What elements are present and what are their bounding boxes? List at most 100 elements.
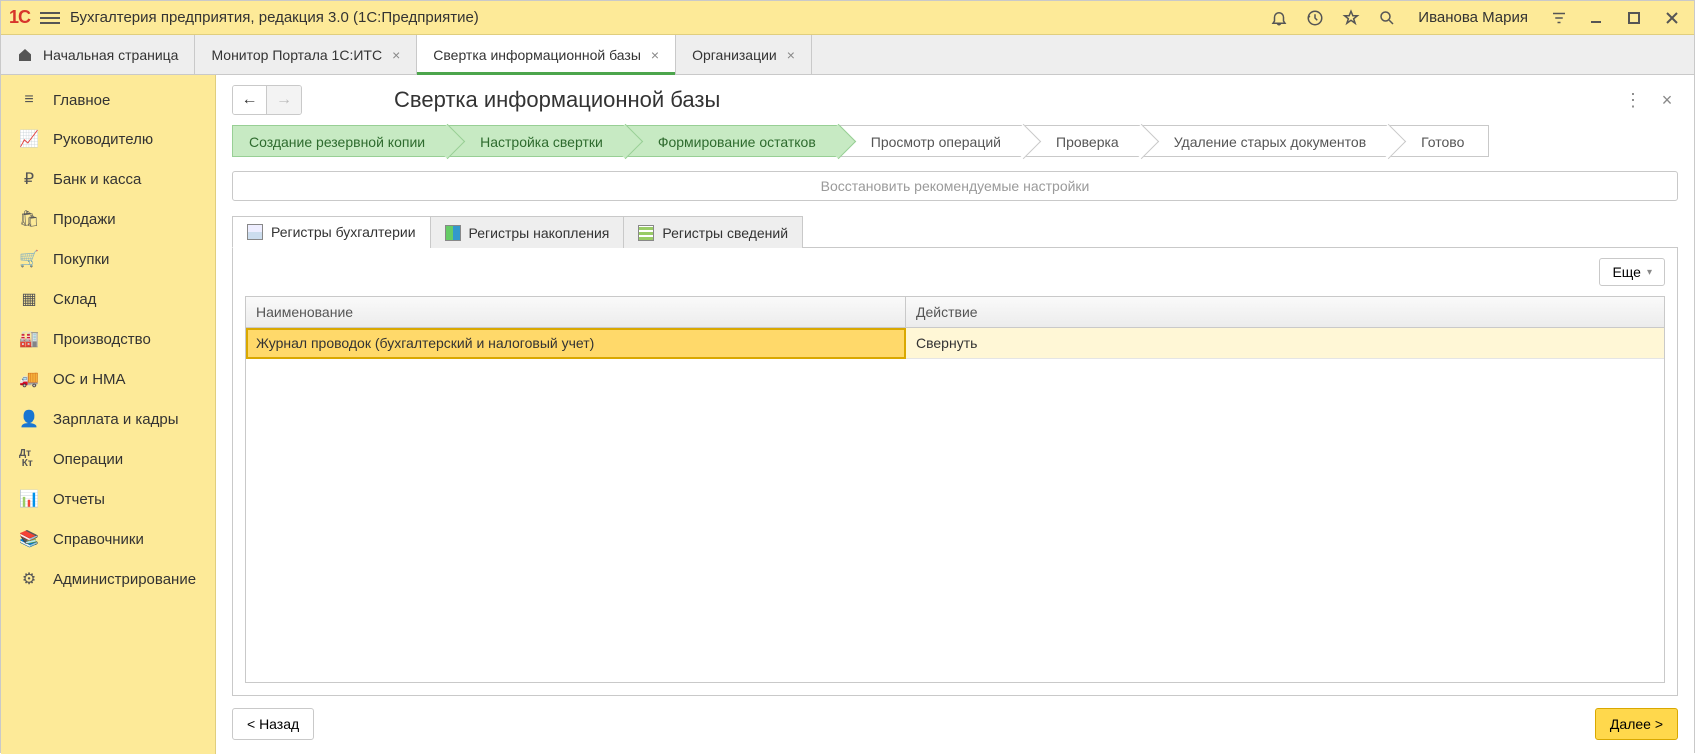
sidebar-item-sales[interactable]: 🛍Продажи (1, 199, 215, 239)
maximize-button[interactable] (1620, 5, 1648, 31)
sidebar-item-label: Руководителю (53, 131, 153, 148)
next-button[interactable]: Далее > (1595, 708, 1678, 740)
person-icon: 👤 (19, 409, 39, 429)
sidebar-item-label: Администрирование (53, 571, 196, 588)
wizard-step-setup[interactable]: Настройка свертки (449, 125, 628, 157)
close-content-icon[interactable]: × (1656, 89, 1678, 111)
register-icon (638, 225, 654, 241)
sub-tabs: Регистры бухгалтерии Регистры накопления… (232, 215, 1678, 248)
sidebar-item-label: Покупки (53, 251, 109, 268)
sidebar-item-admin[interactable]: ⚙ Администрирование (1, 559, 215, 599)
content-area: ← → Свертка информационной базы ⋮ × Созд… (216, 75, 1694, 754)
wizard-step-check[interactable]: Проверка (1025, 125, 1144, 157)
cell-name[interactable]: Журнал проводок (бухгалтерский и налогов… (246, 328, 906, 359)
history-icon[interactable] (1302, 5, 1328, 31)
subtab-info-registers[interactable]: Регистры сведений (623, 216, 803, 248)
dtkt-icon: Дт Кт (19, 449, 39, 469)
tab-monitor-its[interactable]: Монитор Портала 1С:ИТС × (195, 35, 417, 74)
truck-icon: 🚚 (19, 369, 39, 389)
sidebar-item-label: Производство (53, 331, 151, 348)
wizard-step-backup[interactable]: Создание резервной копии (232, 125, 450, 157)
register-icon (445, 225, 461, 241)
nav-buttons: ← → (232, 85, 302, 115)
sidebar-item-label: Продажи (53, 211, 116, 228)
sidebar-item-label: Справочники (53, 531, 144, 548)
gear-icon: ⚙ (19, 569, 39, 589)
home-icon (17, 47, 33, 63)
content-header: ← → Свертка информационной базы ⋮ × (232, 85, 1678, 115)
ruble-icon: ₽ (19, 169, 39, 189)
kebab-menu-icon[interactable]: ⋮ (1622, 89, 1644, 111)
boxes-icon: ▦ (19, 289, 39, 309)
nav-forward-button: → (267, 86, 301, 114)
sidebar-item-label: Зарплата и кадры (53, 411, 179, 428)
wizard-step-delete[interactable]: Удаление старых документов (1143, 125, 1391, 157)
registers-grid[interactable]: Наименование Действие Журнал проводок (б… (245, 296, 1665, 683)
cell-action[interactable]: Свернуть (906, 328, 1664, 359)
sidebar-item-operations[interactable]: Дт Кт Операции (1, 439, 215, 479)
back-button[interactable]: < Назад (232, 708, 314, 740)
subtab-label: Регистры сведений (662, 225, 788, 241)
sidebar-item-bank[interactable]: ₽Банк и касса (1, 159, 215, 199)
book-icon: 📚 (19, 529, 39, 549)
page-title: Свертка информационной базы (394, 87, 720, 113)
more-button[interactable]: Еще ▾ (1599, 258, 1665, 286)
sidebar: ≡Главное 📈 Руководителю ₽Банк и касса 🛍Пр… (1, 75, 216, 754)
user-name[interactable]: Иванова Мария (1410, 9, 1536, 26)
sidebar-item-label: Отчеты (53, 491, 105, 508)
restore-defaults-button: Восстановить рекомендуемые настройки (232, 171, 1678, 201)
nav-back-button[interactable]: ← (233, 86, 267, 114)
sidebar-item-label: Склад (53, 291, 96, 308)
sidebar-item-refs[interactable]: 📚 Справочники (1, 519, 215, 559)
favorite-icon[interactable] (1338, 5, 1364, 31)
settings-lines-icon[interactable] (1546, 5, 1572, 31)
subtab-accounting-registers[interactable]: Регистры бухгалтерии (232, 216, 431, 248)
minimize-button[interactable] (1582, 5, 1610, 31)
tab-bar: Начальная страница Монитор Портала 1С:ИТ… (1, 35, 1694, 75)
close-window-button[interactable] (1658, 5, 1686, 31)
list-icon: ≡ (19, 91, 39, 109)
sidebar-item-main[interactable]: ≡Главное (1, 81, 215, 119)
subtab-accumulation-registers[interactable]: Регистры накопления (430, 216, 625, 248)
tab-home-label: Начальная страница (43, 47, 178, 63)
tab-close-icon[interactable]: × (787, 47, 795, 63)
sidebar-item-production[interactable]: 🏭 Производство (1, 319, 215, 359)
search-icon[interactable] (1374, 5, 1400, 31)
sidebar-item-reports[interactable]: 📊 Отчеты (1, 479, 215, 519)
sidebar-item-label: Операции (53, 451, 123, 468)
tab-organizations[interactable]: Организации × (676, 35, 812, 74)
column-header-action[interactable]: Действие (906, 297, 1664, 327)
tab-close-icon[interactable]: × (651, 47, 659, 63)
column-header-name[interactable]: Наименование (246, 297, 906, 327)
grid-header: Наименование Действие (246, 297, 1664, 328)
app-title: Бухгалтерия предприятия, редакция 3.0 (1… (70, 9, 479, 26)
more-button-label: Еще (1612, 264, 1641, 280)
tab-label: Свертка информационной базы (433, 47, 641, 63)
app-logo: 1C (9, 7, 30, 28)
table-row[interactable]: Журнал проводок (бухгалтерский и налогов… (246, 328, 1664, 359)
register-icon (247, 224, 263, 240)
chart-icon: 📈 (19, 129, 39, 149)
sidebar-item-label: ОС и НМА (53, 371, 126, 388)
cart-icon: 🛒 (19, 249, 39, 269)
factory-icon: 🏭 (19, 329, 39, 349)
tab-close-icon[interactable]: × (392, 47, 400, 63)
bars-icon: 📊 (19, 489, 39, 509)
tab-home[interactable]: Начальная страница (1, 35, 195, 74)
titlebar: 1C Бухгалтерия предприятия, редакция 3.0… (1, 1, 1694, 35)
sidebar-item-purchases[interactable]: 🛒 Покупки (1, 239, 215, 279)
wizard-steps: Создание резервной копии Настройка сверт… (232, 125, 1678, 157)
sidebar-item-assets[interactable]: 🚚 ОС и НМА (1, 359, 215, 399)
tab-label: Монитор Портала 1С:ИТС (211, 47, 382, 63)
wizard-step-balances[interactable]: Формирование остатков (627, 125, 841, 157)
sidebar-item-warehouse[interactable]: ▦ Склад (1, 279, 215, 319)
sidebar-item-hr[interactable]: 👤 Зарплата и кадры (1, 399, 215, 439)
wizard-step-preview[interactable]: Просмотр операций (840, 125, 1026, 157)
sidebar-item-manager[interactable]: 📈 Руководителю (1, 119, 215, 159)
content-footer: < Назад Далее > (232, 708, 1678, 740)
tab-svertka[interactable]: Свертка информационной базы × (417, 35, 676, 74)
main-menu-button[interactable] (40, 12, 60, 24)
table-panel: Еще ▾ Наименование Действие Журнал прово… (232, 248, 1678, 696)
notifications-icon[interactable] (1266, 5, 1292, 31)
subtab-label: Регистры накопления (469, 225, 610, 241)
